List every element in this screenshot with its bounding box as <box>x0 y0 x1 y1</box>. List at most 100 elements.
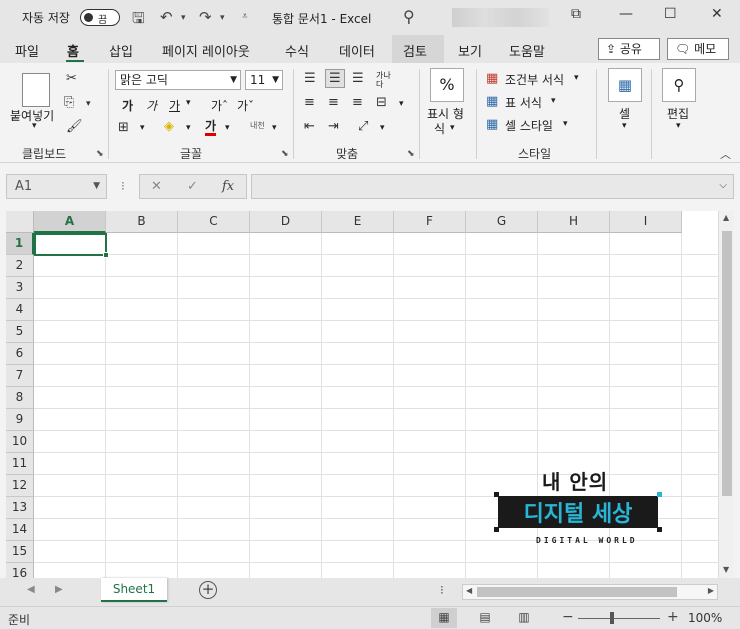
column-header-a[interactable]: A <box>34 211 106 233</box>
row-header-16[interactable]: 16 <box>6 563 34 578</box>
orientation-dropdown-icon[interactable]: ▾ <box>380 123 385 133</box>
orientation-icon[interactable]: ⤢ <box>358 119 368 134</box>
row-header-1[interactable]: 1 <box>6 233 34 255</box>
underline-button[interactable]: 가 <box>169 97 180 114</box>
conditional-format-button[interactable]: 조건부 서식 <box>505 71 564 88</box>
row-header-13[interactable]: 13 <box>6 497 34 519</box>
row-header-15[interactable]: 15 <box>6 541 34 563</box>
tab-file[interactable]: 파일 <box>15 41 39 60</box>
row-header-14[interactable]: 14 <box>6 519 34 541</box>
column-header-f[interactable]: F <box>394 211 466 233</box>
cell-style-icon[interactable]: ▦ <box>486 117 498 132</box>
next-sheet-icon[interactable]: ▶ <box>55 584 63 595</box>
maximize-icon[interactable]: ☐ <box>664 6 677 22</box>
bold-button[interactable]: 가 <box>122 97 133 114</box>
cell-style-button[interactable]: 셀 스타일 <box>505 117 553 134</box>
find-icon[interactable]: ⚲ <box>662 68 696 102</box>
tab-home[interactable]: 홈 <box>67 41 79 60</box>
row-header-9[interactable]: 9 <box>6 409 34 431</box>
comments-button[interactable]: 🗨 메모 <box>667 38 729 60</box>
row-header-5[interactable]: 5 <box>6 321 34 343</box>
shrink-font-button[interactable]: 가ˇ <box>237 97 254 114</box>
undo-icon[interactable]: ↶ <box>160 8 173 26</box>
underline-dropdown-icon[interactable]: ▾ <box>186 98 191 108</box>
number-format-icon[interactable]: % <box>430 68 464 102</box>
scroll-right-icon[interactable]: ▶ <box>708 586 714 595</box>
redo-dropdown-icon[interactable]: ▾ <box>220 13 225 23</box>
number-format-label[interactable]: 표시 형 <box>427 105 464 122</box>
increase-indent-icon[interactable]: ⇥ <box>328 119 339 134</box>
fill-color-icon[interactable]: ◈ <box>164 119 174 134</box>
number-dropdown-icon[interactable]: ▾ <box>450 123 455 133</box>
editing-label[interactable]: 편집 <box>667 105 689 122</box>
scroll-up-icon[interactable]: ▲ <box>723 213 729 222</box>
column-header-i[interactable]: I <box>610 211 682 233</box>
cell-style-dropdown-icon[interactable]: ▾ <box>563 119 568 129</box>
row-header-7[interactable]: 7 <box>6 365 34 387</box>
sheet-tab-sheet1[interactable]: Sheet1 <box>101 578 167 602</box>
tab-insert[interactable]: 삽입 <box>109 41 133 60</box>
zoom-slider[interactable] <box>578 618 660 619</box>
font-name-select[interactable]: 맑은 고딕 ▼ <box>115 70 241 90</box>
row-header-4[interactable]: 4 <box>6 299 34 321</box>
vertical-scrollbar[interactable]: ▲ ▼ <box>718 211 734 578</box>
align-center-icon[interactable]: ≡ <box>328 95 339 110</box>
tab-page-layout[interactable]: 페이지 레이아웃 <box>162 41 250 60</box>
fill-handle[interactable] <box>103 252 109 258</box>
phonetic-dropdown-icon[interactable]: ▾ <box>272 123 277 133</box>
column-header-b[interactable]: B <box>106 211 178 233</box>
alignment-launcher-icon[interactable]: ⬊ <box>407 149 415 159</box>
align-left-icon[interactable]: ≡ <box>304 95 315 110</box>
paste-icon[interactable] <box>22 73 50 107</box>
row-header-10[interactable]: 10 <box>6 431 34 453</box>
font-color-button[interactable]: 가 <box>205 119 217 136</box>
search-icon[interactable]: ⚲ <box>403 7 415 26</box>
tab-data[interactable]: 데이터 <box>339 41 375 60</box>
account-name-blurred[interactable] <box>452 8 549 27</box>
editing-dropdown-icon[interactable]: ▾ <box>676 121 681 131</box>
italic-button[interactable]: 가 <box>146 97 157 114</box>
collapse-ribbon-icon[interactable]: ︿ <box>720 146 731 162</box>
row-header-3[interactable]: 3 <box>6 277 34 299</box>
format-table-button[interactable]: 표 서식 <box>505 94 542 111</box>
merge-dropdown-icon[interactable]: ▾ <box>399 99 404 109</box>
minimize-icon[interactable]: — <box>619 6 633 22</box>
enter-icon[interactable]: ✓ <box>187 179 198 194</box>
border-icon[interactable]: ⊞ <box>118 120 129 135</box>
normal-view-icon[interactable]: ▦ <box>431 608 457 628</box>
close-icon[interactable]: ✕ <box>711 6 723 22</box>
customize-qat-icon[interactable]: ⩡ <box>242 11 248 22</box>
row-header-11[interactable]: 11 <box>6 453 34 475</box>
tab-formulas[interactable]: 수식 <box>285 41 309 60</box>
select-all-corner[interactable] <box>6 211 34 233</box>
copy-dropdown-icon[interactable]: ▾ <box>86 99 91 109</box>
cut-icon[interactable]: ✂ <box>66 71 77 86</box>
add-sheet-icon[interactable]: + <box>199 581 217 599</box>
undo-dropdown-icon[interactable]: ▾ <box>181 13 186 23</box>
decrease-indent-icon[interactable]: ⇤ <box>304 119 315 134</box>
column-header-c[interactable]: C <box>178 211 250 233</box>
cancel-icon[interactable]: ✕ <box>151 179 162 194</box>
scroll-left-icon[interactable]: ◀ <box>466 586 472 595</box>
zoom-out-button[interactable]: − <box>562 609 574 625</box>
paste-dropdown-icon[interactable]: ▾ <box>32 121 37 131</box>
format-painter-icon[interactable]: 🖌 <box>66 119 83 134</box>
formula-input[interactable]: ⌵ <box>251 174 734 199</box>
tab-view[interactable]: 보기 <box>458 41 482 60</box>
scroll-down-icon[interactable]: ▼ <box>723 565 729 574</box>
grow-font-button[interactable]: 가ˆ <box>211 97 228 114</box>
number-format-label-2[interactable]: 식 <box>434 120 445 137</box>
font-launcher-icon[interactable]: ⬊ <box>281 149 289 159</box>
zoom-level[interactable]: 100% <box>688 611 722 625</box>
save-icon[interactable]: 🖫 <box>132 8 145 33</box>
horizontal-scroll-thumb[interactable] <box>477 587 677 597</box>
font-size-select[interactable]: 11 ▼ <box>245 70 283 90</box>
column-header-d[interactable]: D <box>250 211 322 233</box>
zoom-slider-thumb[interactable] <box>610 612 614 624</box>
tab-review[interactable]: 검토 <box>403 41 427 60</box>
row-header-8[interactable]: 8 <box>6 387 34 409</box>
cells-dropdown-icon[interactable]: ▾ <box>622 121 627 131</box>
ribbon-display-icon[interactable]: ⧉ <box>571 6 581 22</box>
cells-icon[interactable]: ▦ <box>608 68 642 102</box>
share-button[interactable]: ⇪ 공유 <box>598 38 660 60</box>
